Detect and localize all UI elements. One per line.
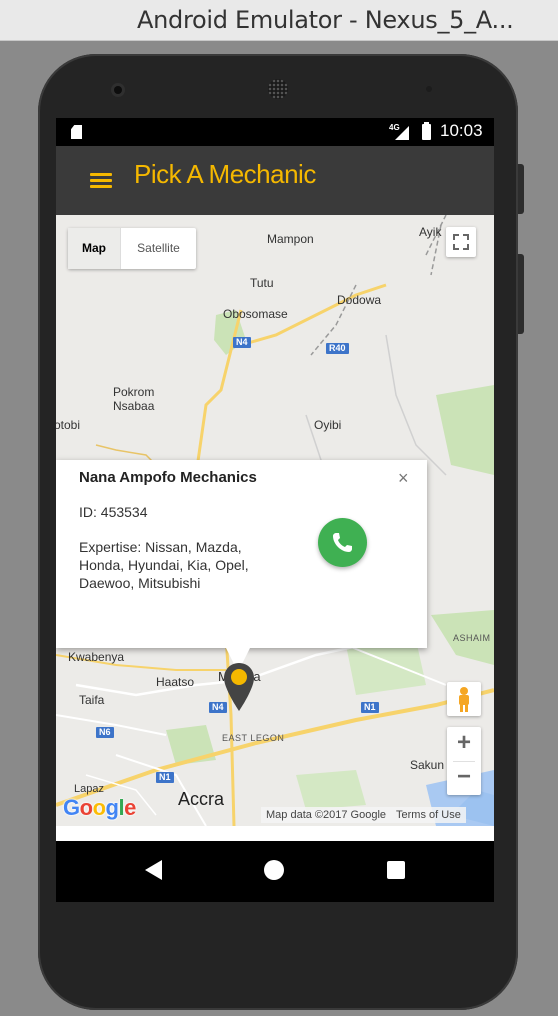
location-marker[interactable] bbox=[222, 661, 256, 713]
map-attribution: Map data ©2017 Google Terms of Use bbox=[261, 807, 466, 823]
road-shield-n1-east: N1 bbox=[361, 702, 379, 713]
road-shield-n6: N6 bbox=[96, 727, 114, 738]
road-shield-n1-west: N1 bbox=[156, 772, 174, 783]
bottom-strip bbox=[56, 826, 494, 841]
map-type-satellite-button[interactable]: Satellite bbox=[121, 228, 196, 269]
power-button[interactable] bbox=[518, 254, 524, 334]
map-label-accra: Accra bbox=[178, 789, 225, 809]
zoom-out-button[interactable]: − bbox=[447, 761, 481, 795]
battery-icon bbox=[422, 122, 431, 140]
road-shield-r40: R40 bbox=[326, 343, 349, 354]
home-icon[interactable] bbox=[264, 860, 284, 880]
pegman-icon bbox=[459, 687, 469, 712]
map-label-pokrom: Pokrom Nsabaa bbox=[113, 385, 155, 413]
map-label-sakun: Sakun bbox=[410, 758, 445, 772]
zoom-control: + − bbox=[447, 727, 481, 795]
front-camera bbox=[114, 86, 122, 94]
map-label-ashaim: ASHAIM bbox=[453, 633, 491, 643]
phone-icon bbox=[333, 533, 352, 552]
map-label-lapaz: Lapaz bbox=[74, 783, 104, 795]
hamburger-menu-icon[interactable] bbox=[90, 173, 112, 189]
status-bar: 4G 10:03 bbox=[56, 118, 494, 146]
road-shield-n4: N4 bbox=[233, 337, 251, 348]
proximity-sensor bbox=[426, 86, 432, 92]
map-label-taifa: Taifa bbox=[79, 693, 105, 707]
speaker-grille bbox=[268, 79, 288, 99]
call-button[interactable] bbox=[318, 518, 367, 567]
map-label-mampon: Mampon bbox=[267, 232, 314, 246]
back-icon[interactable] bbox=[145, 860, 162, 880]
mechanic-id: ID: 453534 bbox=[79, 504, 148, 520]
zoom-in-button[interactable]: + bbox=[447, 727, 481, 761]
app-bar: Pick A Mechanic bbox=[56, 146, 494, 215]
map-label-east-legon: EAST LEGON bbox=[222, 733, 285, 743]
nav-bar bbox=[56, 841, 494, 902]
mechanic-expertise: Expertise: Nissan, Mazda, Honda, Hyundai… bbox=[79, 539, 249, 591]
fullscreen-button[interactable] bbox=[446, 227, 476, 257]
map-data-credit: Map data ©2017 Google bbox=[266, 809, 387, 821]
emulator-titlebar: Android Emulator - Nexus_5_A... bbox=[0, 0, 558, 41]
clock: 10:03 bbox=[440, 121, 483, 140]
volume-button[interactable] bbox=[518, 164, 524, 214]
map-type-control: Map Satellite bbox=[68, 228, 196, 269]
mechanic-name: Nana Ampofo Mechanics bbox=[79, 469, 257, 486]
map-pin-icon bbox=[224, 663, 254, 711]
map-type-map-button[interactable]: Map bbox=[68, 228, 121, 269]
map-label-dodowa: Dodowa bbox=[337, 293, 382, 307]
mechanic-info-window: Nana Ampofo Mechanics × ID: 453534 Exper… bbox=[56, 460, 427, 672]
map-label-kwabenya: Kwabenya bbox=[68, 650, 125, 664]
map-label-tutu: Tutu bbox=[250, 276, 274, 290]
map-label-obosomase: Obosomase bbox=[223, 307, 288, 321]
map-view[interactable]: Mampon Ayik Tutu Dodowa Obosomase Pokrom… bbox=[56, 215, 494, 826]
sd-card-icon bbox=[71, 125, 82, 139]
map-label-ayik: Ayik bbox=[419, 225, 442, 239]
map-label-oyibi: Oyibi bbox=[314, 418, 342, 432]
window-title: Android Emulator - Nexus_5_A... bbox=[137, 6, 514, 34]
street-view-pegman[interactable] bbox=[447, 682, 481, 716]
terms-of-use-link[interactable]: Terms of Use bbox=[396, 809, 461, 821]
google-logo: Google bbox=[63, 795, 136, 820]
signal-icon bbox=[395, 126, 409, 140]
app-title: Pick A Mechanic bbox=[134, 159, 316, 189]
fullscreen-icon bbox=[453, 234, 469, 250]
map-label-haatso: Haatso bbox=[156, 675, 195, 689]
close-icon[interactable]: × bbox=[398, 468, 409, 489]
map-label-otobi: otobi bbox=[56, 418, 81, 432]
recent-apps-icon[interactable] bbox=[387, 861, 405, 879]
device-screen: 4G 10:03 Pick A Mechanic Mampon Ayik Tut… bbox=[56, 118, 494, 902]
